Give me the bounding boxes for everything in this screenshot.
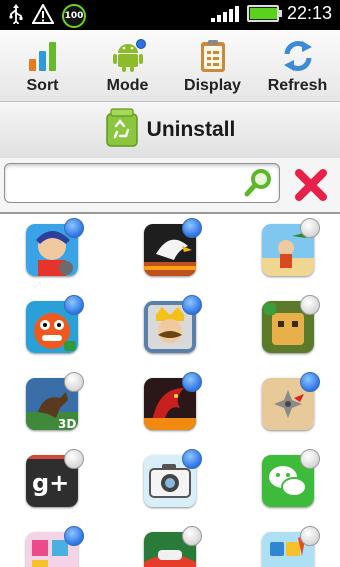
refresh-label: Refresh [267,77,328,94]
app-item[interactable] [262,295,320,353]
uninstall-button[interactable]: Uninstall [0,102,340,159]
search-bar [0,158,340,214]
select-checkbox[interactable] [64,372,84,392]
status-bar-left: 100 [8,2,86,28]
status-bar-right: 22:13 [210,3,332,24]
app-item[interactable] [144,526,202,567]
app-item[interactable] [144,372,202,430]
select-checkbox[interactable] [182,295,202,315]
battery-fill [249,8,277,19]
usb-icon [8,4,24,28]
app-item[interactable] [144,295,202,353]
select-checkbox[interactable] [182,218,202,238]
select-checkbox[interactable] [64,449,84,469]
battery-percent-badge: 100 [62,4,86,28]
search-icon[interactable] [243,168,273,198]
refresh-button[interactable]: Refresh [255,30,340,101]
mode-label: Mode [106,77,149,94]
toolbar: Sort Mode Display Refresh [0,30,340,102]
close-icon [295,169,327,201]
select-checkbox[interactable] [182,372,202,392]
select-checkbox[interactable] [300,372,320,392]
warning-icon [31,2,55,28]
status-bar: 100 22:13 [0,0,340,30]
app-item[interactable] [262,372,320,430]
sort-button[interactable]: Sort [0,30,85,101]
app-item[interactable]: g+ [26,449,84,507]
display-label: Display [184,77,241,94]
sort-label: Sort [26,77,59,94]
android-icon [110,39,146,73]
select-checkbox[interactable] [182,449,202,469]
clipboard-icon [195,39,231,73]
app-item[interactable]: 3D [26,372,84,430]
svg-text:g+: g+ [32,469,69,497]
uninstall-label: Uninstall [146,118,236,141]
select-checkbox[interactable] [300,449,320,469]
signal-icon [210,5,239,22]
select-checkbox[interactable] [300,526,320,546]
mode-button[interactable]: Mode [85,30,170,101]
refresh-icon [280,39,316,73]
app-item[interactable] [262,449,320,507]
select-checkbox[interactable] [300,218,320,238]
svg-text:3D: 3D [58,417,76,430]
app-item[interactable] [26,218,84,276]
app-grid: 3D g+ [0,214,340,567]
battery-icon [246,5,282,22]
app-item[interactable] [144,218,202,276]
clock: 22:13 [286,3,332,23]
app-item[interactable] [144,449,202,507]
display-button[interactable]: Display [170,30,255,101]
select-checkbox[interactable] [300,295,320,315]
select-checkbox[interactable] [182,526,202,546]
bar-chart-icon [25,39,61,73]
select-checkbox[interactable] [64,218,84,238]
app-item[interactable] [262,218,320,276]
recycle-bin-icon [105,108,139,152]
app-item[interactable] [262,526,320,567]
app-item[interactable] [26,295,84,353]
search-input[interactable] [11,170,245,198]
select-checkbox[interactable] [64,526,84,546]
clear-search-button[interactable] [292,166,330,204]
select-checkbox[interactable] [64,295,84,315]
search-box [4,163,280,203]
app-item[interactable] [26,526,84,567]
